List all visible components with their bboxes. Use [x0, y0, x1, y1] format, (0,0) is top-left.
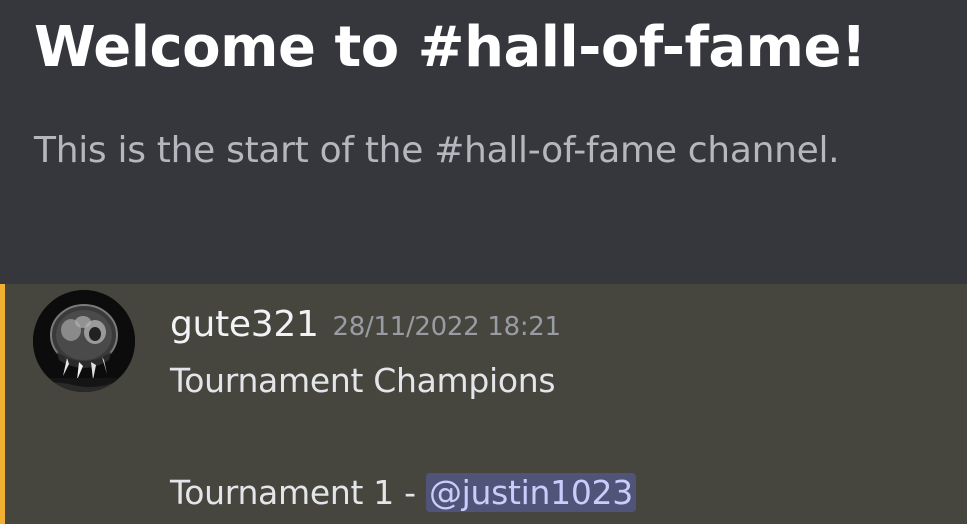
channel-welcome-header: Welcome to #hall-of-fame! This is the st…	[0, 0, 967, 284]
message-header: gute321 28/11/2022 18:21	[170, 300, 561, 350]
avatar-image-icon	[33, 290, 135, 392]
message-text-line: Tournament 1 - @justin1023	[170, 470, 636, 516]
author-username[interactable]: gute321	[170, 300, 319, 350]
message-item[interactable]: gute321 28/11/2022 18:21 Tournament Champ…	[0, 284, 967, 524]
welcome-title: Welcome to #hall-of-fame!	[34, 15, 867, 80]
message-timestamp[interactable]: 28/11/2022 18:21	[333, 300, 562, 352]
mention-highlight-bar	[0, 284, 5, 524]
avatar[interactable]	[33, 290, 135, 392]
welcome-subtitle: This is the start of the #hall-of-fame c…	[34, 130, 840, 171]
message-text-prefix: Tournament 1 -	[170, 473, 426, 512]
user-mention[interactable]: @justin1023	[425, 473, 636, 512]
message-text-line: Tournament Champions	[170, 361, 556, 400]
